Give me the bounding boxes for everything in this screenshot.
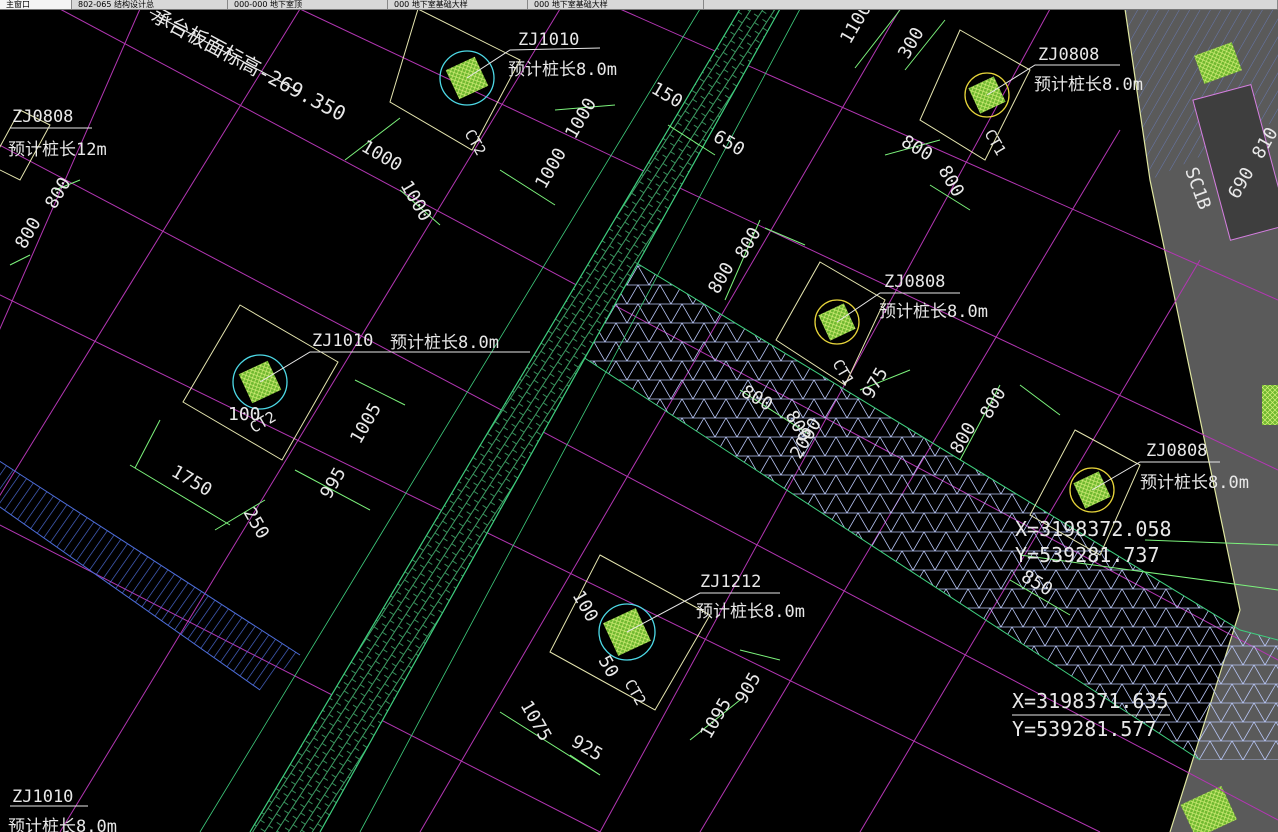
hatched-block	[1262, 385, 1278, 425]
pile-id-label: ZJ1010	[312, 331, 373, 351]
dimension-text: 250	[239, 504, 273, 543]
coordinate-y: Y=539281.577	[1012, 717, 1157, 741]
dimension-text: 300	[894, 24, 928, 63]
dimension-text: 800	[11, 214, 45, 253]
dimension-text: 1000	[561, 94, 601, 142]
dimension-text: 100	[228, 404, 261, 425]
dimension-text: 975	[858, 364, 892, 403]
dimension-text: 1005	[346, 399, 386, 447]
cap-label: CT1	[981, 126, 1010, 158]
dimension-text: 1075	[516, 697, 556, 745]
dimension-text: 100	[568, 587, 602, 626]
leader-lines	[10, 11, 1220, 807]
dimension-text: 1750	[168, 461, 216, 501]
cap-label: CT2	[621, 676, 650, 708]
coordinate-x: X=3198371.635	[1012, 689, 1169, 713]
dimension-text: 800	[898, 131, 937, 165]
pile-id-label: ZJ0808	[12, 107, 73, 127]
tab-bar-empty	[704, 0, 1278, 9]
dimension-text: 800	[41, 174, 75, 213]
dimension-text: 50	[594, 652, 623, 681]
tab-main-window[interactable]: 主窗口	[0, 0, 72, 9]
pile-id-label: ZJ1010	[12, 787, 73, 807]
pile-length-label: 预计桩长12m	[8, 140, 107, 160]
pile-id-label: ZJ0808	[1146, 441, 1207, 461]
dimension-text: 1000	[396, 177, 436, 225]
dimension-text: 800	[976, 384, 1010, 423]
coordinate-x: X=3198372.058	[1015, 517, 1172, 541]
tab-foundation-detail-1[interactable]: 000 地下室基础大样	[388, 0, 528, 9]
pile-id-label: ZJ0808	[884, 272, 945, 292]
dimension-text: 800	[946, 419, 980, 458]
pile-length-label: 预计桩长8.0m	[390, 333, 499, 353]
cad-drawing-canvas[interactable]: ZJ1010 预计桩长8.0m ZJ0808 预计桩长8.0m ZJ0808 预…	[0, 9, 1278, 832]
dimension-text: 800	[704, 259, 738, 298]
dimension-text: 925	[568, 731, 607, 765]
document-tab-bar: 主窗口 802-065 结构设计总 000-000 地下室顶 000 地下室基础…	[0, 0, 1278, 10]
pile-id-label: ZJ1212	[700, 572, 761, 592]
dimension-text: 1000	[531, 144, 571, 192]
tab-structure-design[interactable]: 802-065 结构设计总	[72, 0, 228, 9]
slab-elevation-note: 承台板面标高-269.350	[148, 9, 350, 126]
coordinate-y: Y=539281.737	[1015, 543, 1160, 567]
dimension-text: 1100	[836, 9, 876, 47]
pile-length-label: 预计桩长8.0m	[879, 302, 988, 322]
dimension-text: 650	[710, 126, 749, 160]
dimension-text: 905	[731, 669, 765, 708]
triangular-mesh-zone	[580, 262, 1278, 760]
dimension-text: 800	[731, 224, 765, 263]
pile-id-label: ZJ1010	[518, 30, 579, 50]
tab-basement-roof[interactable]: 000-000 地下室顶	[228, 0, 388, 9]
tab-foundation-detail-2[interactable]: 000 地下室基础大样	[528, 0, 704, 9]
pile-length-label: 预计桩长8.0m	[508, 60, 617, 80]
pile-length-label: 预计桩长8.0m	[1140, 473, 1249, 493]
dimension-text: 1095	[696, 694, 736, 742]
dimension-text: 150	[648, 78, 687, 112]
pile-length-label: 预计桩长8.0m	[696, 602, 805, 622]
pile-length-label: 预计桩长8.0m	[8, 817, 117, 832]
cap-label: CT2	[461, 126, 490, 158]
pile-length-label: 预计桩长8.0m	[1034, 75, 1143, 95]
pile-id-label: ZJ0808	[1038, 45, 1099, 65]
dimension-text: 1000	[358, 136, 406, 176]
